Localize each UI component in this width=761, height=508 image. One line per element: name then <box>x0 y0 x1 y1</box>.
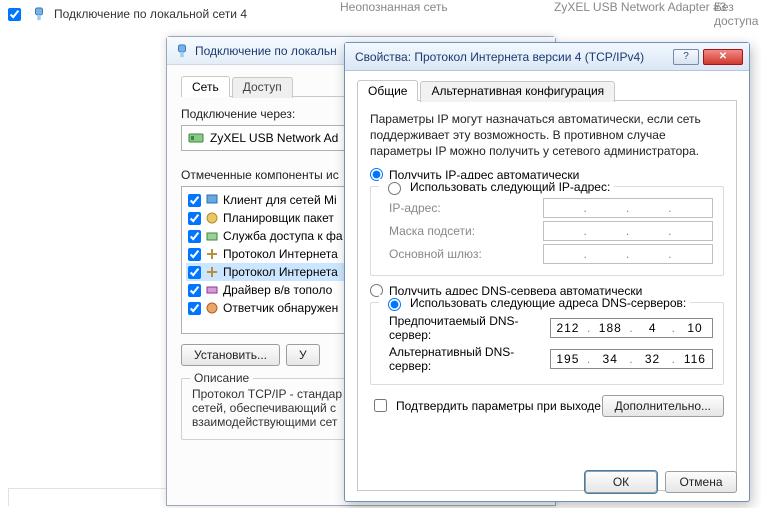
pref-dns-input[interactable]: 212. 188. 4. 10 <box>550 318 713 338</box>
ip-manual-legend[interactable]: Использовать следующий IP-адрес: <box>379 179 614 195</box>
tab-access[interactable]: Доступ <box>232 77 293 98</box>
cancel-button[interactable]: Отмена <box>665 471 737 493</box>
protocol-icon <box>205 265 219 279</box>
dns-manual-legend[interactable]: Использовать следующие адреса DNS-сервер… <box>379 295 690 311</box>
connection-status: Неопознанная сеть <box>340 0 448 14</box>
subnet-mask-label: Маска подсети: <box>389 224 475 238</box>
help-button[interactable]: ? <box>673 49 699 65</box>
dns-manual-group: Использовать следующие адреса DNS-сервер… <box>370 302 724 385</box>
responder-icon <box>205 301 219 315</box>
network-plug-icon <box>175 44 189 58</box>
install-button[interactable]: Установить... <box>181 344 280 366</box>
ipv4-window-title: Свойства: Протокол Интернета версии 4 (T… <box>355 50 644 64</box>
nic-icon <box>188 130 204 146</box>
connection-adapter: ZyXEL USB Network Adapter #3 <box>554 0 726 14</box>
confirm-on-exit-row[interactable]: Подтвердить параметры при выходе <box>370 396 601 415</box>
connection-name: Подключение по локальной сети 4 <box>54 7 247 21</box>
dns-manual-radio[interactable] <box>388 298 401 311</box>
tab-network[interactable]: Сеть <box>181 76 230 97</box>
confirm-label: Подтвердить параметры при выходе <box>396 399 601 413</box>
tab-alt-config[interactable]: Альтернативная конфигурация <box>420 81 615 102</box>
network-plug-icon <box>32 7 46 21</box>
info-text: Параметры IP могут назначаться автоматич… <box>370 111 724 160</box>
ip-address-label: IP-адрес: <box>389 201 441 215</box>
alt-dns-input[interactable]: 195. 34. 32. 116 <box>550 349 713 369</box>
ok-button[interactable]: ОК <box>585 471 657 493</box>
description-legend: Описание <box>190 371 253 385</box>
ip-address-input: ... <box>543 198 713 218</box>
component-checkbox[interactable] <box>188 230 201 243</box>
gateway-input: ... <box>543 244 713 264</box>
pref-dns-label: Предпочитаемый DNS-сервер: <box>389 314 550 342</box>
ip-manual-radio[interactable] <box>388 182 401 195</box>
component-checkbox[interactable] <box>188 194 201 207</box>
close-button[interactable]: ✕ <box>703 49 743 65</box>
gateway-label: Основной шлюз: <box>389 247 482 261</box>
adapter-name-text: ZyXEL USB Network Ad <box>210 131 338 145</box>
alt-dns-label: Альтернативный DNS-сервер: <box>389 345 550 373</box>
ipv4-properties-window: Свойства: Протокол Интернета версии 4 (T… <box>344 42 750 502</box>
connection-checkbox[interactable] <box>8 8 21 21</box>
ipv4-titlebar[interactable]: Свойства: Протокол Интернета версии 4 (T… <box>345 43 749 71</box>
connection-access: Без доступа <box>714 0 761 28</box>
file-share-icon <box>205 229 219 243</box>
component-checkbox[interactable] <box>188 266 201 279</box>
scheduler-icon <box>205 211 219 225</box>
ipv4-tabs: Общие Альтернативная конфигурация <box>357 79 737 101</box>
ip-manual-group: Использовать следующий IP-адрес: IP-адре… <box>370 186 724 276</box>
subnet-mask-input: ... <box>543 221 713 241</box>
component-checkbox[interactable] <box>188 248 201 261</box>
component-checkbox[interactable] <box>188 212 201 225</box>
advanced-button[interactable]: Дополнительно... <box>602 395 724 417</box>
component-checkbox[interactable] <box>188 302 201 315</box>
uninstall-button[interactable]: У <box>286 344 320 366</box>
driver-icon <box>205 283 219 297</box>
tab-general[interactable]: Общие <box>357 80 418 101</box>
protocol-icon <box>205 247 219 261</box>
client-icon <box>205 193 219 207</box>
confirm-checkbox[interactable] <box>374 399 387 412</box>
adapter-window-title: Подключение по локальн <box>195 44 337 58</box>
component-checkbox[interactable] <box>188 284 201 297</box>
